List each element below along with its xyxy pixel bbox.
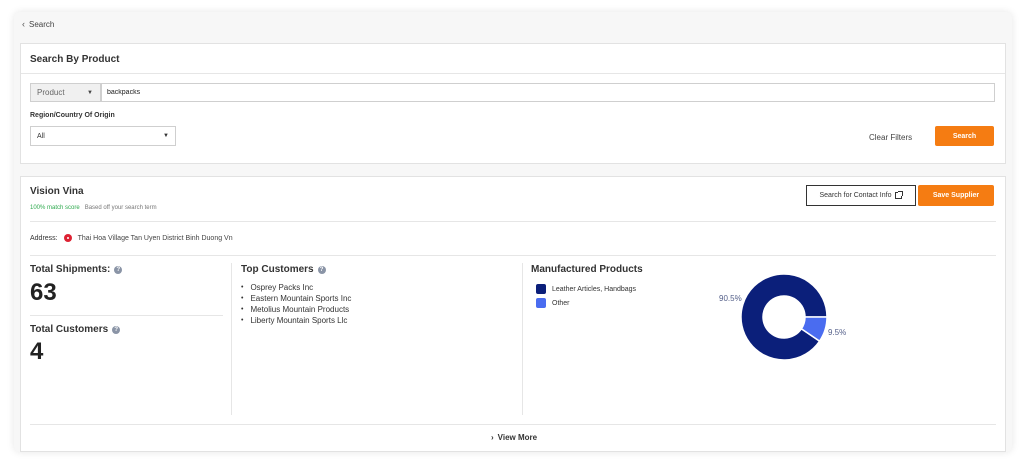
divider xyxy=(30,315,223,316)
search-button[interactable]: Search xyxy=(935,126,994,146)
total-shipments-text: Total Shipments: xyxy=(30,264,111,275)
match-row: 100% match score Based off your search t… xyxy=(30,205,157,211)
caret-down-icon: ▼ xyxy=(163,133,169,139)
list-item: Eastern Mountain Sports Inc xyxy=(241,293,351,304)
slice-label: 9.5% xyxy=(828,328,847,337)
top-customers-list: Osprey Packs Inc Eastern Mountain Sports… xyxy=(241,282,351,326)
column-divider xyxy=(231,263,232,415)
customer-name: Liberty Mountain Sports Llc xyxy=(250,316,348,325)
top-customers-text: Top Customers xyxy=(241,264,314,275)
back-label: Search xyxy=(29,20,55,29)
external-link-icon xyxy=(895,191,904,199)
help-icon[interactable]: ? xyxy=(317,265,326,274)
legend-label: Other xyxy=(552,299,570,307)
legend-label: Leather Articles, Handbags xyxy=(552,285,637,293)
legend-swatch xyxy=(536,298,546,308)
chart-legend: Leather Articles, Handbags Other xyxy=(536,282,636,310)
legend-item: Other xyxy=(536,296,636,310)
address-row: Address: Thai Hoa Village Tan Uyen Distr… xyxy=(30,234,233,242)
divider xyxy=(30,424,996,425)
total-customers-label: Total Customers ? xyxy=(30,324,121,335)
legend-item: Leather Articles, Handbags xyxy=(536,282,636,296)
region-label: Region/Country Of Origin xyxy=(30,112,115,119)
slice-label: 90.5% xyxy=(719,294,742,303)
manufactured-products-label: Manufactured Products xyxy=(531,264,643,275)
divider xyxy=(30,221,996,222)
list-item: Osprey Packs Inc xyxy=(241,282,351,293)
chevron-right-icon: › xyxy=(491,433,494,442)
help-icon[interactable]: ? xyxy=(112,325,121,334)
search-card: Search By Product Product ▼ Region/Count… xyxy=(20,43,1006,164)
legend-swatch xyxy=(536,284,546,294)
app-frame: ‹ Search Search By Product Product ▼ Reg… xyxy=(14,12,1012,452)
total-customers-value: 4 xyxy=(30,338,44,365)
supplier-card: Vision Vina 100% match score Based off y… xyxy=(20,176,1006,452)
customer-name: Eastern Mountain Sports Inc xyxy=(250,294,352,303)
save-supplier-button[interactable]: Save Supplier xyxy=(918,185,994,206)
search-type-select[interactable]: Product ▼ xyxy=(30,83,101,102)
divider xyxy=(21,73,1005,74)
divider xyxy=(30,255,996,256)
search-type-value: Product xyxy=(37,88,65,97)
back-link[interactable]: ‹ Search xyxy=(22,19,55,30)
location-pin-icon xyxy=(63,234,72,242)
view-more-label: View More xyxy=(497,433,538,442)
match-note: Based off your search term xyxy=(84,205,157,211)
region-value: All xyxy=(37,132,45,140)
clear-filters-button[interactable]: Clear Filters xyxy=(869,133,912,142)
match-score: 100% match score xyxy=(30,205,80,211)
search-input[interactable] xyxy=(101,83,995,102)
view-more-button[interactable]: › View More xyxy=(491,433,537,442)
total-customers-text: Total Customers xyxy=(30,324,109,335)
customer-name: Osprey Packs Inc xyxy=(250,283,314,292)
address-value: Thai Hoa Village Tan Uyen District Binh … xyxy=(77,234,233,242)
search-card-title: Search By Product xyxy=(30,54,120,65)
total-shipments-label: Total Shipments: ? xyxy=(30,264,123,275)
list-item: Metolius Mountain Products xyxy=(241,304,351,315)
column-divider xyxy=(522,263,523,415)
top-customers-label: Top Customers ? xyxy=(241,264,326,275)
supplier-name[interactable]: Vision Vina xyxy=(30,186,84,197)
contact-info-button[interactable]: Search for Contact Info xyxy=(806,185,916,206)
total-shipments-value: 63 xyxy=(30,279,57,306)
contact-info-label: Search for Contact Info xyxy=(819,192,892,199)
chevron-left-icon: ‹ xyxy=(22,19,25,29)
customer-name: Metolius Mountain Products xyxy=(250,305,350,314)
caret-down-icon: ▼ xyxy=(87,90,93,96)
list-item: Liberty Mountain Sports Llc xyxy=(241,315,351,326)
help-icon[interactable]: ? xyxy=(114,265,123,274)
donut-chart xyxy=(740,273,828,361)
region-select[interactable]: All ▼ xyxy=(30,126,176,146)
address-label: Address: xyxy=(30,234,58,242)
